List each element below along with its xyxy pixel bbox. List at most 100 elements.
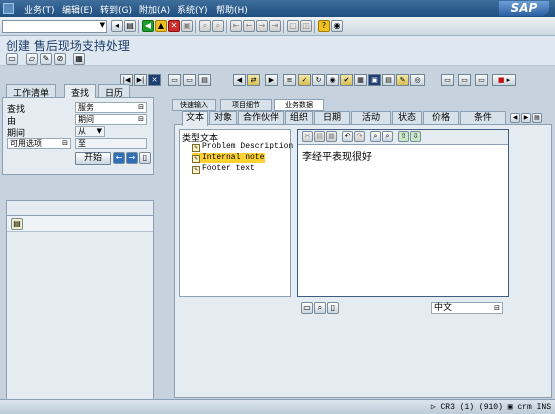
run-icon[interactable]: ◉ bbox=[326, 74, 339, 86]
personal-settings-icon[interactable]: ■ ▸ bbox=[492, 74, 516, 86]
menu-goto[interactable]: 转到(G) bbox=[100, 3, 132, 16]
prev-page-icon[interactable]: ← bbox=[243, 20, 255, 32]
last-page-icon[interactable]: ⇥ bbox=[269, 20, 281, 32]
undo-icon[interactable]: ↶ bbox=[342, 131, 353, 142]
by-select[interactable]: 期间 ⊟ bbox=[75, 114, 147, 125]
tab-worklist[interactable]: 工作清单 bbox=[6, 84, 57, 99]
tab-dates[interactable]: 日期 bbox=[314, 111, 350, 125]
open-folder-icon[interactable]: ▱ bbox=[26, 53, 38, 65]
expand-icon[interactable]: ▭ bbox=[441, 74, 454, 86]
notes-icon[interactable]: ✎ bbox=[396, 74, 409, 86]
delete-text-icon[interactable]: ▯ bbox=[327, 302, 339, 314]
tab-organization[interactable]: 组织 bbox=[285, 111, 313, 125]
navigate-back-icon[interactable]: ◀ bbox=[233, 74, 246, 86]
list-icon[interactable]: ≡ bbox=[283, 74, 296, 86]
text-type-footer-text[interactable]: ✎ Footer text bbox=[192, 164, 256, 174]
find-icon[interactable]: ⌕ bbox=[199, 20, 211, 32]
exit-icon[interactable]: ▲ bbox=[155, 20, 167, 32]
text-editor[interactable]: ✂ ▤ ▦ ↶ ↷ ⌕ ⌕ ⇧ ⇩ 李经平表现很好 bbox=[297, 129, 509, 297]
available-options-field[interactable]: 可用选项 ⊟ bbox=[7, 138, 71, 149]
transfer-icon[interactable]: ⇄ bbox=[247, 74, 260, 86]
export-icon[interactable]: ▤ bbox=[11, 218, 23, 230]
language-select[interactable]: 中文 ⊟ bbox=[431, 302, 503, 314]
new-session-icon[interactable]: ▢ bbox=[287, 20, 299, 32]
available-options-icon[interactable]: ⊟ bbox=[62, 139, 68, 148]
period-from-select[interactable]: 从 ▼ bbox=[75, 126, 105, 137]
header-icon[interactable]: ▭ bbox=[168, 74, 181, 86]
menu-extras[interactable]: 附加(A) bbox=[139, 3, 170, 16]
next-page-icon[interactable]: → bbox=[256, 20, 268, 32]
new-text-icon[interactable]: ▭ bbox=[301, 302, 313, 314]
binoculars-icon[interactable]: ◎ bbox=[410, 74, 425, 86]
shortcut-icon[interactable]: ◫ bbox=[300, 20, 312, 32]
cut-icon[interactable]: ✂ bbox=[302, 131, 313, 142]
find-text-icon[interactable]: ⌕ bbox=[370, 131, 381, 142]
document-flow-icon[interactable]: ⊘ bbox=[54, 53, 66, 65]
prev-result-icon[interactable]: ← bbox=[113, 152, 125, 164]
tab-search[interactable]: 查找 bbox=[64, 84, 97, 99]
command-history-icon[interactable]: ▼ bbox=[100, 21, 105, 29]
first-page-icon[interactable]: ⇤ bbox=[230, 20, 242, 32]
find-dropdown-icon[interactable]: ⊟ bbox=[138, 103, 144, 112]
tab-scroll-right-icon[interactable]: ▶ bbox=[521, 113, 531, 123]
items-icon[interactable]: ▭ bbox=[183, 74, 196, 86]
menu-business[interactable]: 业务(T) bbox=[24, 3, 55, 16]
help-icon[interactable]: ? bbox=[318, 20, 330, 32]
back-icon[interactable]: ◀ bbox=[142, 20, 154, 32]
navigate-forward-icon[interactable]: ▶ bbox=[265, 74, 278, 86]
period-to-field[interactable]: 至 bbox=[75, 138, 147, 149]
save-icon[interactable]: ▤ bbox=[124, 20, 136, 32]
tab-objects[interactable]: 对象 bbox=[209, 111, 237, 125]
menu-system[interactable]: 系统(Y) bbox=[177, 3, 208, 16]
menu-help[interactable]: 帮助(H) bbox=[216, 3, 248, 16]
paste-icon[interactable]: ▦ bbox=[326, 131, 337, 142]
tab-scroll-left-icon[interactable]: ◀ bbox=[510, 113, 520, 123]
monitor-icon[interactable]: ▣ bbox=[368, 74, 381, 86]
customize-layout-icon[interactable]: ◉ bbox=[331, 20, 343, 32]
copy-text-icon[interactable]: ▤ bbox=[314, 131, 325, 142]
menu-edit[interactable]: 编辑(E) bbox=[62, 3, 93, 16]
calendar-icon[interactable]: ▦ bbox=[354, 74, 367, 86]
back-nav-icon[interactable]: ◂ bbox=[111, 20, 123, 32]
find-next-icon[interactable]: ⌕ bbox=[212, 20, 224, 32]
tab-item-details[interactable]: 项目细节 bbox=[220, 99, 272, 111]
sap-menu-icon[interactable] bbox=[3, 3, 14, 14]
tab-activities[interactable]: 活动 bbox=[351, 111, 391, 125]
upload-icon[interactable]: ⇧ bbox=[398, 131, 409, 142]
find-select[interactable]: 服务 ⊟ bbox=[75, 102, 147, 113]
print-preview-icon[interactable]: ▦ bbox=[73, 53, 85, 65]
command-input[interactable] bbox=[3, 21, 95, 32]
language-dropdown-icon[interactable]: ⊟ bbox=[494, 303, 500, 313]
redo-icon[interactable]: ↷ bbox=[354, 131, 365, 142]
status-expand-icon[interactable]: ▷ bbox=[431, 403, 436, 412]
replace-text-icon[interactable]: ⌕ bbox=[382, 131, 393, 142]
next-result-icon[interactable]: → bbox=[126, 152, 138, 164]
tab-status[interactable]: 状态 bbox=[392, 111, 422, 125]
cancel-icon[interactable]: ✕ bbox=[168, 20, 180, 32]
edit-icon[interactable]: ✎ bbox=[40, 53, 52, 65]
tab-list-icon[interactable]: ▤ bbox=[532, 113, 542, 123]
text-search-icon[interactable]: ⌕ bbox=[314, 302, 326, 314]
command-field[interactable]: ▼ bbox=[2, 20, 107, 33]
by-dropdown-icon[interactable]: ⊟ bbox=[138, 115, 144, 124]
text-type-problem-description[interactable]: ✎ Problem Description bbox=[192, 142, 294, 152]
text-type-internal-note[interactable]: ✎ Internal note bbox=[192, 153, 266, 163]
editor-content[interactable]: 李经平表现很好 bbox=[302, 148, 372, 163]
copy-icon[interactable]: ▤ bbox=[198, 74, 211, 86]
display-icon[interactable]: ▭ bbox=[6, 53, 18, 65]
window-icon[interactable]: ▭ bbox=[475, 74, 488, 86]
tab-text[interactable]: 文本 bbox=[182, 111, 208, 126]
download-icon[interactable]: ⇩ bbox=[410, 131, 421, 142]
delete-icon[interactable]: ▯ bbox=[139, 152, 151, 164]
fullscreen-icon[interactable]: ▭ bbox=[458, 74, 471, 86]
green-refresh-icon[interactable]: ↻ bbox=[312, 74, 325, 86]
period-dropdown-icon[interactable]: ▼ bbox=[97, 127, 102, 136]
tab-business-data[interactable]: 业务数据 bbox=[274, 99, 324, 111]
check-icon[interactable]: ✓ bbox=[298, 74, 311, 86]
tab-conditions[interactable]: 条件 bbox=[460, 111, 506, 125]
print-icon[interactable]: ▣ bbox=[181, 20, 193, 32]
tab-partners[interactable]: 合作伙伴 bbox=[238, 111, 284, 125]
tab-calendar[interactable]: 日历 bbox=[98, 84, 131, 99]
tab-prices[interactable]: 价格 bbox=[423, 111, 459, 125]
start-button[interactable]: 开始 bbox=[75, 152, 111, 165]
